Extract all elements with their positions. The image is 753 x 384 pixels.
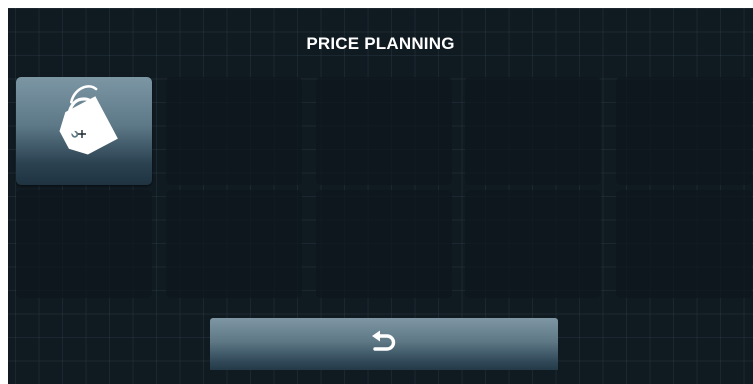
screen: PRICE PLANNING: [8, 8, 753, 384]
empty-slot: [465, 190, 601, 298]
price-tag-add-icon: [59, 85, 118, 155]
empty-slot: [166, 190, 302, 298]
add-price-plan-button[interactable]: [16, 77, 152, 185]
empty-slot: [166, 77, 302, 185]
empty-slot: [316, 77, 452, 185]
empty-slot: [465, 77, 601, 185]
page-title: PRICE PLANNING: [306, 34, 455, 53]
return-arrow-icon: [372, 330, 396, 351]
back-button[interactable]: [210, 318, 558, 370]
empty-slot: [16, 190, 152, 298]
empty-slot: [616, 77, 752, 185]
empty-slot: [616, 190, 752, 298]
empty-slot: [316, 190, 452, 298]
